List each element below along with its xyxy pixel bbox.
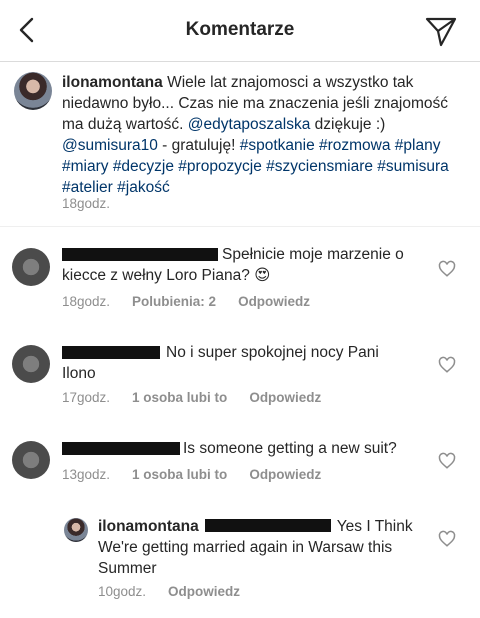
avatar[interactable] bbox=[12, 345, 50, 383]
comment-text: Is someone getting a new suit? bbox=[183, 440, 397, 457]
reply-button[interactable]: Odpowiedz bbox=[249, 390, 321, 405]
divider bbox=[0, 226, 480, 227]
mention-link[interactable]: @edytaposzalska bbox=[188, 116, 311, 133]
caption-text: ilonamontana Wiele lat znajomosci a wszy… bbox=[62, 72, 466, 198]
redacted-mention bbox=[204, 519, 331, 532]
comment-timestamp: 17godz. bbox=[62, 390, 111, 405]
heart-icon[interactable] bbox=[438, 452, 456, 470]
avatar[interactable] bbox=[14, 72, 52, 110]
comment-meta: 17godz. 1 osoba lubi to Odpowiedz bbox=[62, 390, 343, 405]
caption-body: dziękuje :) bbox=[310, 116, 386, 133]
heart-icon[interactable] bbox=[438, 260, 456, 278]
reply-username[interactable]: ilonamontana bbox=[98, 518, 199, 535]
likes-count[interactable]: 1 osoba lubi to bbox=[132, 467, 227, 482]
reply-button[interactable]: Odpowiedz bbox=[249, 467, 321, 482]
avatar[interactable] bbox=[12, 441, 50, 479]
page-title: Komentarze bbox=[185, 19, 295, 40]
caption-body: - gratuluję! bbox=[157, 137, 240, 154]
reply-text: ilonamontana Yes I Think We're getting ma… bbox=[98, 516, 418, 579]
reply-meta: 10godz. Odpowiedz bbox=[98, 584, 262, 599]
top-bar: Komentarze bbox=[0, 0, 480, 62]
likes-count[interactable]: 1 osoba lubi to bbox=[132, 390, 227, 405]
avatar[interactable] bbox=[64, 518, 88, 542]
comment-timestamp: 13godz. bbox=[62, 467, 111, 482]
reply-button[interactable]: Odpowiedz bbox=[238, 294, 310, 309]
caption-username[interactable]: ilonamontana bbox=[62, 74, 163, 91]
comment-meta: 13godz. 1 osoba lubi to Odpowiedz bbox=[62, 467, 343, 482]
paper-plane-icon[interactable] bbox=[424, 14, 458, 48]
caption-timestamp: 18godz. bbox=[62, 196, 111, 211]
reply-timestamp: 10godz. bbox=[98, 584, 147, 599]
heart-icon[interactable] bbox=[438, 530, 456, 548]
mention-link[interactable]: @sumisura10 bbox=[62, 137, 158, 154]
likes-count[interactable]: Polubienia: 2 bbox=[132, 294, 216, 309]
comment-text: No i super spokojnej nocy Pani Ilono bbox=[62, 344, 379, 382]
reply-button[interactable]: Odpowiedz bbox=[168, 584, 240, 599]
comment-timestamp: 18godz. bbox=[62, 294, 111, 309]
avatar[interactable] bbox=[12, 248, 50, 286]
comment-text: Spełnicie moje marzenie o kiecce z wełny… bbox=[62, 246, 404, 284]
heart-icon[interactable] bbox=[438, 356, 456, 374]
comment-meta: 18godz. Polubienia: 2 Odpowiedz bbox=[62, 294, 332, 309]
